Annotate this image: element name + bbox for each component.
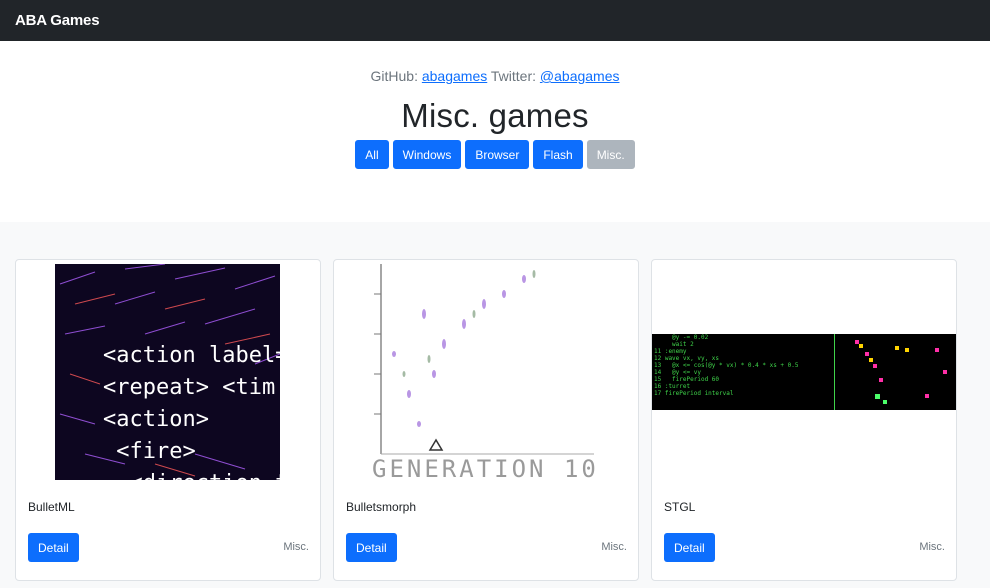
category-label: Misc. [283,541,309,553]
hero-section: GitHub: abagames Twitter: @abagames Misc… [0,41,990,222]
bulletml-screenshot: <action label= <repeat> <tim <action> <f… [55,264,280,480]
filter-misc-button[interactable]: Misc. [586,140,635,169]
navbar: ABA Games [0,0,990,41]
game-thumbnail[interactable]: <action label= <repeat> <tim <action> <f… [16,264,320,480]
category-label: Misc. [919,541,945,553]
filter-all-button[interactable]: All [355,140,389,169]
game-card-bulletsmorph: GENERATION 10 Bulletsmorph Detail Misc. [333,259,639,581]
detail-button[interactable]: Detail [28,533,79,562]
page-title: Misc. games [401,97,589,134]
filter-browser-button[interactable]: Browser [465,140,530,169]
twitter-label: Twitter: [490,68,537,84]
social-links: GitHub: abagames Twitter: @abagames [0,68,990,84]
game-title: Bulletsmorph [346,500,417,514]
game-card-stgl: @y -= 0.02 wait 2 11 :enemy 12 wave vx, … [651,259,957,581]
filter-buttons: All Windows Browser Flash Misc. [0,140,990,169]
twitter-link[interactable]: @abagames [540,68,620,84]
game-card-bulletml: <action label= <repeat> <tim <action> <f… [15,259,321,581]
stgl-game-view [855,340,947,404]
stgl-screenshot: @y -= 0.02 wait 2 11 :enemy 12 wave vx, … [652,334,956,410]
detail-button[interactable]: Detail [664,533,715,562]
github-link[interactable]: abagames [422,68,487,84]
game-thumbnail[interactable]: @y -= 0.02 wait 2 11 :enemy 12 wave vx, … [652,264,956,480]
stgl-code-text: @y -= 0.02 wait 2 11 :enemy 12 wave vx, … [654,334,799,397]
filter-flash-button[interactable]: Flash [533,140,583,169]
game-title: STGL [664,500,696,514]
game-title: BulletML [28,500,75,514]
detail-button[interactable]: Detail [346,533,397,562]
game-grid: <action label= <repeat> <tim <action> <f… [0,222,990,588]
filter-windows-button[interactable]: Windows [392,140,462,169]
brand-link[interactable]: ABA Games [15,12,100,29]
category-label: Misc. [601,541,627,553]
bulletsmorph-caption: GENERATION 10 [372,455,599,480]
github-label: GitHub: [370,68,418,84]
bulletml-code-text: <action label= <repeat> <tim <action> <f… [103,343,280,480]
game-thumbnail[interactable]: GENERATION 10 [334,264,638,480]
bulletsmorph-screenshot: GENERATION 10 [334,264,638,480]
